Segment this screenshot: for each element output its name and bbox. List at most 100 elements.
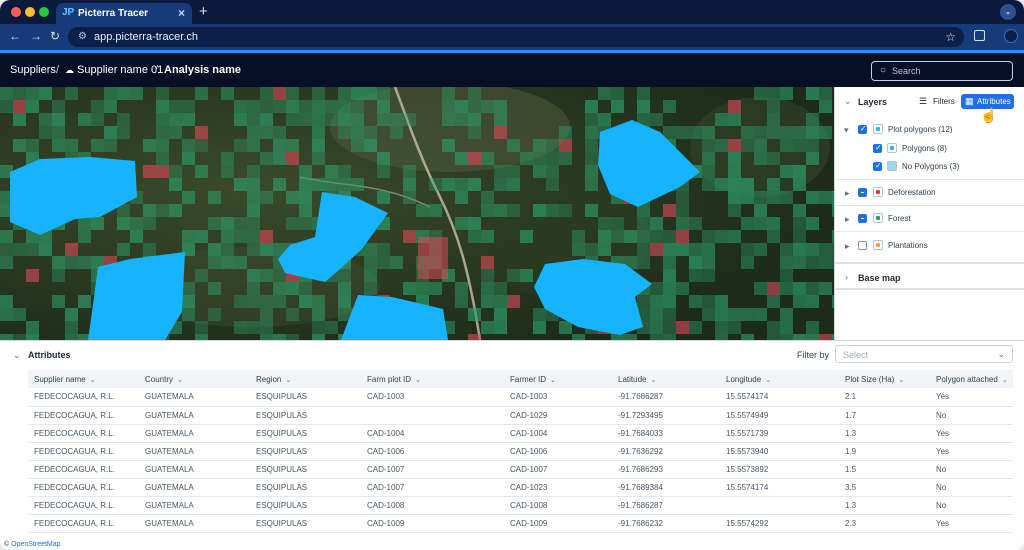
breadcrumb-suppliers[interactable]: Suppliers xyxy=(10,64,56,76)
back-icon[interactable]: ← xyxy=(9,29,21,43)
layer-checkbox[interactable] xyxy=(858,188,867,197)
chevron-down-icon[interactable]: ⌄ xyxy=(13,350,21,361)
column-header[interactable]: Farmer ID ⌄ xyxy=(504,370,612,388)
table-row[interactable]: FEDECOCAGUA, R.L. GUATEMALA ESQUIPULAS CAD-… xyxy=(28,388,1013,407)
layer-plot-polygons[interactable]: ▾ Plot polygons (12) xyxy=(835,121,1024,139)
forest-cell xyxy=(260,126,273,139)
layer-plantations[interactable]: ▸ Plantations xyxy=(835,237,1024,255)
layer-no-polygons[interactable]: No Polygons (3) xyxy=(835,158,1024,176)
deforestation-cell xyxy=(438,265,448,279)
layer-label: Plot polygons (12) xyxy=(888,125,953,134)
table-icon: ▦ xyxy=(965,96,974,106)
chevron-down-icon[interactable]: ▾ xyxy=(844,125,849,136)
chevron-right-icon[interactable]: › xyxy=(845,272,848,282)
chevron-right-icon[interactable]: ▸ xyxy=(845,214,850,225)
sort-chevron-icon[interactable]: ⌄ xyxy=(177,377,183,384)
filter-select[interactable]: Select ⌄ xyxy=(835,345,1013,363)
chevron-right-icon[interactable]: ▸ xyxy=(845,241,850,252)
filters-button[interactable]: ☰ Filters xyxy=(917,94,959,109)
layer-polygons[interactable]: Polygons (8) xyxy=(835,140,1024,158)
base-map-section[interactable]: › Base map xyxy=(835,262,1024,290)
forest-cell xyxy=(819,126,832,139)
table-row[interactable]: FEDECOCAGUA, R.L. GUATEMALA ESQUIPULAS CAD-… xyxy=(28,406,1013,425)
layer-checkbox[interactable] xyxy=(873,161,882,171)
chevron-right-icon[interactable]: ▸ xyxy=(845,188,850,199)
column-header[interactable]: Longitude ⌄ xyxy=(720,370,839,388)
sort-chevron-icon[interactable]: ⌄ xyxy=(90,377,96,384)
filter-select-placeholder: Select xyxy=(843,350,869,360)
site-settings-icon[interactable]: ⚙ xyxy=(78,31,87,42)
forest-cell xyxy=(741,139,754,152)
table-cell: Yes xyxy=(930,514,1013,533)
address-bar[interactable]: ⚙ app.picterra-tracer.ch ☆ xyxy=(68,27,964,47)
map-attribution: © OpenStreetMap xyxy=(4,541,61,548)
forest-cell xyxy=(793,126,806,139)
sort-chevron-icon[interactable]: ⌄ xyxy=(550,377,556,384)
forest-cell xyxy=(247,139,260,152)
column-header[interactable]: Plot Size (Ha) ⌄ xyxy=(839,370,930,388)
table-row[interactable]: FEDECOCAGUA, R.L. GUATEMALA ESQUIPULAS CAD-… xyxy=(28,514,1013,533)
forest-cell xyxy=(611,217,624,230)
forest-cell xyxy=(377,152,390,165)
layer-checkbox[interactable] xyxy=(858,214,867,223)
deforestation-cell xyxy=(260,230,273,243)
openstreetmap-link[interactable]: OpenStreetMap xyxy=(11,541,60,548)
close-tab-icon[interactable]: × xyxy=(178,6,185,20)
forest-cell xyxy=(429,204,442,217)
reload-icon[interactable]: ↻ xyxy=(50,29,60,43)
forest-cell xyxy=(65,321,78,334)
sort-chevron-icon[interactable]: ⌄ xyxy=(765,377,771,384)
forest-cell xyxy=(286,87,299,100)
breadcrumb-supplier[interactable]: Supplier name 01 xyxy=(77,64,163,76)
sort-chevron-icon[interactable]: ⌄ xyxy=(1002,377,1008,384)
forward-icon[interactable]: → xyxy=(30,29,42,43)
forest-cell xyxy=(741,217,754,230)
sort-chevron-icon[interactable]: ⌄ xyxy=(415,377,421,384)
layer-checkbox[interactable] xyxy=(858,241,867,250)
column-header[interactable]: Farm plot ID ⌄ xyxy=(361,370,504,388)
search-icon: ○ xyxy=(880,65,887,76)
column-header-label: Polygon attached xyxy=(936,374,998,384)
column-header[interactable]: Supplier name ⌄ xyxy=(28,370,139,388)
sort-chevron-icon[interactable]: ⌄ xyxy=(898,377,904,384)
map-canvas[interactable] xyxy=(0,87,834,340)
new-tab-icon[interactable]: + xyxy=(199,3,208,20)
profile-avatar-icon[interactable] xyxy=(1004,29,1018,43)
table-cell: CAD-1009 xyxy=(504,514,612,533)
table-cell: 1.3 xyxy=(839,496,930,515)
table-row[interactable]: FEDECOCAGUA, R.L. GUATEMALA ESQUIPULAS CAD-… xyxy=(28,478,1013,497)
close-window-icon[interactable] xyxy=(11,7,21,17)
table-row[interactable]: FEDECOCAGUA, R.L. GUATEMALA ESQUIPULAS CAD-… xyxy=(28,424,1013,443)
table-row[interactable]: FEDECOCAGUA, R.L. GUATEMALA ESQUIPULAS CAD-… xyxy=(28,496,1013,515)
browser-tab[interactable]: JP Picterra Tracer × xyxy=(56,3,192,24)
layer-checkbox[interactable] xyxy=(858,124,867,134)
column-header[interactable]: Latitude ⌄ xyxy=(612,370,720,388)
forest-cell xyxy=(169,178,182,191)
forest-cell xyxy=(312,308,325,321)
forest-cell xyxy=(702,230,715,243)
layer-checkbox[interactable] xyxy=(873,143,882,153)
sort-chevron-icon[interactable]: ⌄ xyxy=(650,377,656,384)
sort-chevron-icon[interactable]: ⌄ xyxy=(285,377,291,384)
table-row[interactable]: FEDECOCAGUA, R.L. GUATEMALA ESQUIPULAS CAD-… xyxy=(28,460,1013,479)
table-cell: FEDECOCAGUA, R.L. xyxy=(28,478,139,497)
extensions-icon[interactable] xyxy=(974,30,985,41)
forest-cell xyxy=(650,230,663,243)
search-input[interactable]: ○ Search xyxy=(871,61,1013,81)
layer-forest[interactable]: ▸ Forest xyxy=(835,210,1024,228)
layer-deforestation[interactable]: ▸ Deforestation xyxy=(835,184,1024,202)
forest-cell xyxy=(117,113,130,126)
chevron-down-icon[interactable]: ⌄ xyxy=(844,96,852,107)
tab-search-icon[interactable]: ⌄ xyxy=(1000,4,1016,20)
minimize-window-icon[interactable] xyxy=(25,7,35,17)
layers-panel: ⌄ Layers ☰ Filters ▦ Attributes ☝ ▾ Plot… xyxy=(834,87,1024,340)
column-header[interactable]: Country ⌄ xyxy=(139,370,250,388)
table-row[interactable]: FEDECOCAGUA, R.L. GUATEMALA ESQUIPULAS CAD-… xyxy=(28,442,1013,461)
column-header[interactable]: Region ⌄ xyxy=(250,370,361,388)
column-header[interactable]: Polygon attached ⌄ xyxy=(930,370,1013,388)
forest-cell xyxy=(13,113,26,126)
table-cell: 15.5574292 xyxy=(720,514,839,533)
table-cell: No xyxy=(930,496,1013,515)
bookmark-star-icon[interactable]: ☆ xyxy=(945,30,956,44)
maximize-window-icon[interactable] xyxy=(39,7,49,17)
